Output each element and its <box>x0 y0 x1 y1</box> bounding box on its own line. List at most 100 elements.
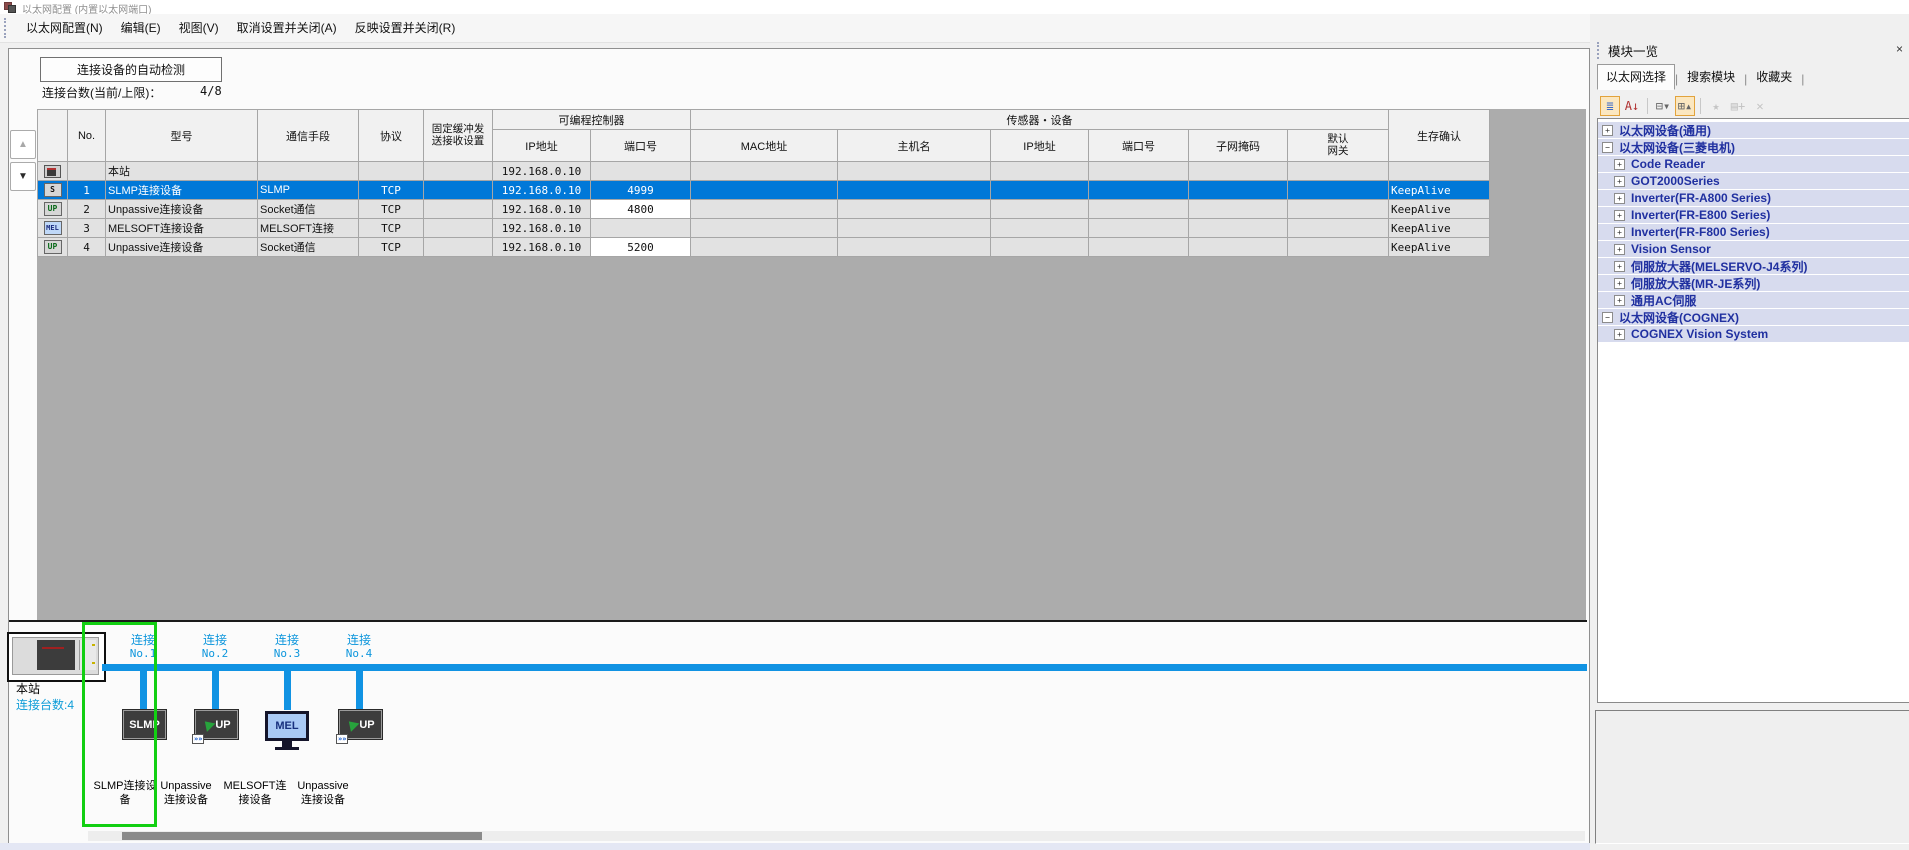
melsoft-device-icon[interactable]: MEL <box>265 711 309 749</box>
menu-item-1[interactable]: 编辑(E) <box>112 17 170 39</box>
cell-plc-ip[interactable]: 192.168.0.10 <box>493 181 591 200</box>
cell-plc-ip[interactable]: 192.168.0.10 <box>493 200 591 219</box>
cell-model[interactable]: Unpassive连接设备 <box>106 238 258 257</box>
cell-sensor-ip[interactable] <box>991 162 1089 181</box>
cell-default-gateway[interactable] <box>1288 238 1389 257</box>
expand-icon[interactable]: + <box>1614 193 1625 204</box>
cell-hostname[interactable] <box>838 238 991 257</box>
table-row[interactable]: MEL3MELSOFT连接设备MELSOFT连接TCP192.168.0.10K… <box>38 219 1490 238</box>
unpassive-device-icon[interactable]: UP»» <box>339 710 382 739</box>
tree-item-10[interactable]: +通用AC伺服 <box>1598 292 1909 308</box>
tab-2[interactable]: 收藏夹 <box>1747 64 1801 90</box>
tree-item-11[interactable]: −以太网设备(COGNEX) <box>1598 309 1909 325</box>
expand-icon[interactable]: + <box>1614 244 1625 255</box>
table-row[interactable]: UP2Unpassive连接设备Socket通信TCP192.168.0.104… <box>38 200 1490 219</box>
cell-comm-method[interactable]: MELSOFT连接 <box>258 219 359 238</box>
cell-sensor-ip[interactable] <box>991 200 1089 219</box>
cell-comm-method[interactable]: Socket通信 <box>258 200 359 219</box>
expand-icon[interactable]: + <box>1614 278 1625 289</box>
tree-item-4[interactable]: +Inverter(FR-A800 Series) <box>1598 190 1909 206</box>
tree-item-5[interactable]: +Inverter(FR-E800 Series) <box>1598 207 1909 223</box>
cell-no[interactable] <box>68 162 106 181</box>
expand-icon[interactable]: + <box>1614 295 1625 306</box>
scroll-up-button[interactable]: ▲ <box>10 130 36 159</box>
table-row[interactable]: UP4Unpassive连接设备Socket通信TCP192.168.0.105… <box>38 238 1490 257</box>
cell-sensor-port[interactable] <box>1089 162 1189 181</box>
collapse-icon[interactable]: − <box>1602 312 1613 323</box>
cell-sensor-port[interactable] <box>1089 238 1189 257</box>
cell-model[interactable]: 本站 <box>106 162 258 181</box>
cell-no[interactable]: 3 <box>68 219 106 238</box>
menu-item-2[interactable]: 视图(V) <box>170 17 228 39</box>
cell-fixed-buffer[interactable] <box>424 181 493 200</box>
expand-icon[interactable]: + <box>1614 176 1625 187</box>
cell-fixed-buffer[interactable] <box>424 219 493 238</box>
cell-no[interactable]: 1 <box>68 181 106 200</box>
cell-mac[interactable] <box>691 200 838 219</box>
cell-protocol[interactable]: TCP <box>359 200 424 219</box>
tree-item-0[interactable]: +以太网设备(通用) <box>1598 122 1909 138</box>
cell-mac[interactable] <box>691 162 838 181</box>
auto-detect-button[interactable]: 连接设备的自动检测 <box>40 57 222 82</box>
tree-item-8[interactable]: +伺服放大器(MELSERVO-J4系列) <box>1598 258 1909 274</box>
cell-sensor-port[interactable] <box>1089 219 1189 238</box>
cell-protocol[interactable]: TCP <box>359 181 424 200</box>
cell-subnet-mask[interactable] <box>1189 219 1288 238</box>
cell-mac[interactable] <box>691 181 838 200</box>
cell-no[interactable]: 2 <box>68 200 106 219</box>
cell-fixed-buffer[interactable] <box>424 162 493 181</box>
scroll-down-button[interactable]: ▼ <box>10 162 36 191</box>
tree-item-9[interactable]: +伺服放大器(MR-JE系列) <box>1598 275 1909 291</box>
cell-plc-ip[interactable]: 192.168.0.10 <box>493 162 591 181</box>
cell-sensor-ip[interactable] <box>991 238 1089 257</box>
sort-az-icon[interactable]: A↓ <box>1622 96 1642 116</box>
horizontal-scrollbar-thumb[interactable] <box>122 832 482 840</box>
cell-default-gateway[interactable] <box>1288 219 1389 238</box>
cell-mac[interactable] <box>691 238 838 257</box>
cell-plc-port[interactable]: 4800 <box>591 200 691 219</box>
tree-item-2[interactable]: +Code Reader <box>1598 156 1909 172</box>
cell-subnet-mask[interactable] <box>1189 181 1288 200</box>
collapse-icon[interactable]: − <box>1602 142 1613 153</box>
tree-item-1[interactable]: −以太网设备(三菱电机) <box>1598 139 1909 155</box>
table-row[interactable]: 本站 192.168.0.10 <box>38 162 1490 181</box>
cell-default-gateway[interactable] <box>1288 200 1389 219</box>
tab-0[interactable]: 以太网选择 <box>1597 64 1675 90</box>
cell-hostname[interactable] <box>838 200 991 219</box>
expand-icon[interactable]: + <box>1614 261 1625 272</box>
expand-icon[interactable]: + <box>1614 210 1625 221</box>
unpassive-device-icon[interactable]: UP»» <box>195 710 238 739</box>
cell-keepalive[interactable]: KeepAlive <box>1389 181 1490 200</box>
menu-item-3[interactable]: 取消设置并关闭(A) <box>228 17 346 39</box>
cell-hostname[interactable] <box>838 181 991 200</box>
cell-fixed-buffer[interactable] <box>424 238 493 257</box>
cell-plc-port[interactable] <box>591 162 691 181</box>
cell-keepalive[interactable]: KeepAlive <box>1389 200 1490 219</box>
cell-default-gateway[interactable] <box>1288 162 1389 181</box>
expand-icon[interactable]: + <box>1614 159 1625 170</box>
tree-item-6[interactable]: +Inverter(FR-F800 Series) <box>1598 224 1909 240</box>
expand-icon[interactable]: + <box>1602 125 1613 136</box>
collapse-all-icon[interactable]: ⊟▾ <box>1653 96 1673 116</box>
cell-no[interactable]: 4 <box>68 238 106 257</box>
cell-fixed-buffer[interactable] <box>424 200 493 219</box>
cell-plc-port[interactable]: 5200 <box>591 238 691 257</box>
tree-item-12[interactable]: +COGNEX Vision System <box>1598 326 1909 342</box>
cell-protocol[interactable] <box>359 162 424 181</box>
cell-keepalive[interactable] <box>1389 162 1490 181</box>
cell-subnet-mask[interactable] <box>1189 162 1288 181</box>
category-display-icon[interactable]: ≣ <box>1600 96 1620 116</box>
drag-handle-icon[interactable] <box>1597 42 1602 59</box>
cell-hostname[interactable] <box>838 219 991 238</box>
drag-handle-icon[interactable] <box>4 18 9 38</box>
expand-icon[interactable]: + <box>1614 227 1625 238</box>
cell-protocol[interactable]: TCP <box>359 238 424 257</box>
cell-mac[interactable] <box>691 219 838 238</box>
cell-keepalive[interactable]: KeepAlive <box>1389 238 1490 257</box>
tab-1[interactable]: 搜索模块 <box>1678 64 1744 90</box>
cell-plc-port[interactable]: 4999 <box>591 181 691 200</box>
cell-plc-ip[interactable]: 192.168.0.10 <box>493 238 591 257</box>
cell-model[interactable]: Unpassive连接设备 <box>106 200 258 219</box>
cell-subnet-mask[interactable] <box>1189 200 1288 219</box>
cell-plc-port[interactable] <box>591 219 691 238</box>
